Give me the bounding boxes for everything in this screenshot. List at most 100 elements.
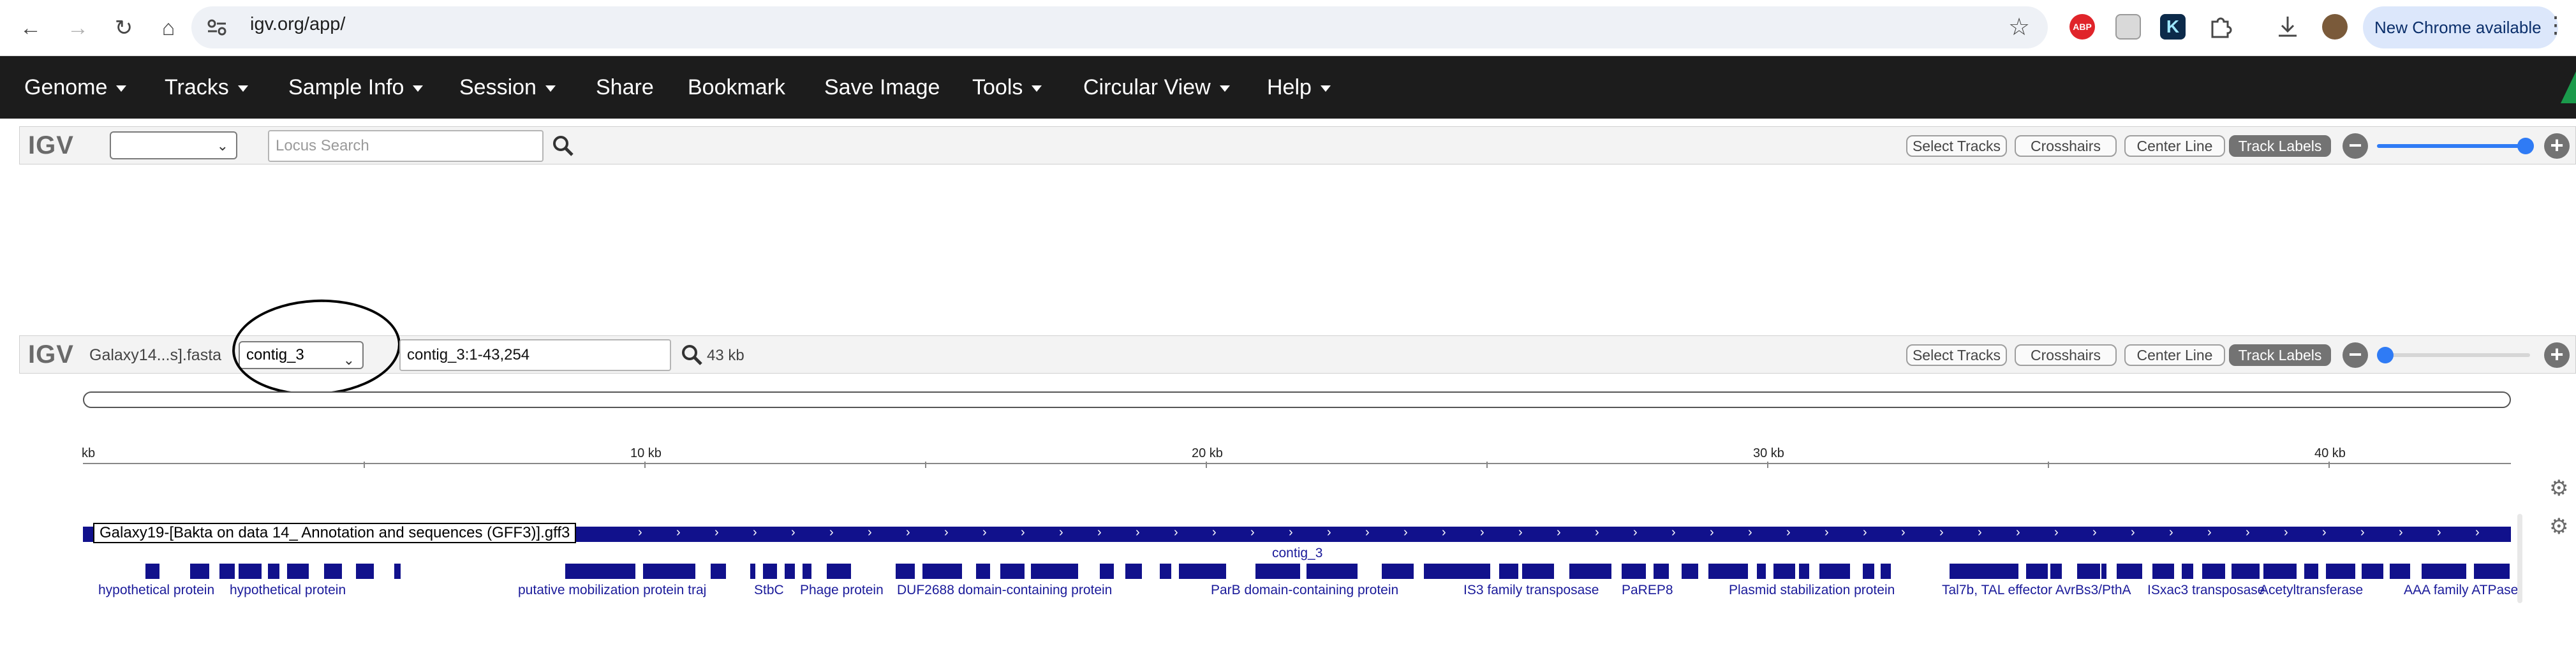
- gene-feature[interactable]: [1708, 564, 1748, 579]
- gene-feature[interactable]: [2362, 564, 2383, 579]
- bookmark-star-icon[interactable]: ☆: [2008, 13, 2030, 41]
- center-line-button[interactable]: Center Line: [2124, 135, 2225, 157]
- gear-icon[interactable]: ⚙: [2549, 476, 2568, 501]
- gene-feature[interactable]: [1522, 564, 1554, 579]
- menu-session[interactable]: Session: [459, 56, 556, 119]
- menu-help[interactable]: Help: [1267, 56, 1331, 119]
- gene-feature[interactable]: [2422, 564, 2466, 579]
- gene-feature[interactable]: [2232, 564, 2260, 579]
- gene-feature[interactable]: [785, 564, 795, 579]
- locus-search-input[interactable]: Locus Search: [268, 130, 544, 162]
- menu-bookmark[interactable]: Bookmark: [688, 56, 785, 119]
- site-settings-icon[interactable]: [205, 18, 228, 37]
- gene-feature[interactable]: [1799, 564, 1809, 579]
- gene-feature[interactable]: [268, 564, 279, 579]
- select-tracks-button-second[interactable]: Select Tracks: [1906, 344, 2007, 366]
- gene-feature[interactable]: [239, 564, 262, 579]
- gene-feature[interactable]: [2474, 564, 2510, 579]
- extension-doc-icon[interactable]: [2115, 14, 2141, 40]
- menu-tracks[interactable]: Tracks: [165, 56, 248, 119]
- menu-save-image[interactable]: Save Image: [824, 56, 940, 119]
- chromosome-ideogram[interactable]: [83, 391, 2511, 408]
- menu-tools[interactable]: Tools: [972, 56, 1042, 119]
- search-icon[interactable]: [552, 135, 574, 160]
- gene-feature[interactable]: [2263, 564, 2297, 579]
- gene-feature[interactable]: [324, 564, 342, 579]
- gene-feature[interactable]: [2152, 564, 2174, 579]
- forward-icon[interactable]: →: [61, 11, 94, 45]
- locus-input[interactable]: contig_3:1-43,254: [399, 339, 671, 371]
- zoom-out-icon[interactable]: −: [2343, 133, 2368, 159]
- menu-circular-view[interactable]: Circular View: [1083, 56, 1230, 119]
- genome-select[interactable]: ⌄: [110, 131, 237, 159]
- gene-feature[interactable]: [976, 564, 990, 579]
- crosshairs-button[interactable]: Crosshairs: [2015, 135, 2117, 157]
- gene-feature[interactable]: [1000, 564, 1025, 579]
- gene-feature[interactable]: [2390, 564, 2410, 579]
- gene-feature[interactable]: [394, 564, 401, 579]
- center-line-button-second[interactable]: Center Line: [2124, 344, 2225, 366]
- gene-feature[interactable]: [1100, 564, 1114, 579]
- track-scrollbar[interactable]: [2517, 514, 2522, 603]
- adblock-icon[interactable]: ABP: [2069, 14, 2095, 40]
- gene-feature[interactable]: [896, 564, 915, 579]
- zoom-in-icon-second[interactable]: +: [2544, 342, 2570, 368]
- gene-feature[interactable]: [2326, 564, 2355, 579]
- gene-feature[interactable]: [1382, 564, 1414, 579]
- zoom-in-icon[interactable]: +: [2544, 133, 2570, 159]
- zoom-slider-handle-second[interactable]: [2377, 347, 2394, 363]
- zoom-out-icon-second[interactable]: −: [2343, 342, 2368, 368]
- gene-feature[interactable]: [803, 564, 811, 579]
- gene-feature[interactable]: [1950, 564, 2018, 579]
- gene-feature[interactable]: [2077, 564, 2100, 579]
- gene-feature[interactable]: [2202, 564, 2225, 579]
- gene-feature[interactable]: [1499, 564, 1518, 579]
- gene-feature[interactable]: [1160, 564, 1171, 579]
- track-labels-button[interactable]: Track Labels: [2229, 135, 2331, 157]
- gene-feature[interactable]: [1179, 564, 1226, 579]
- browser-menu-icon[interactable]: ⋮: [2544, 11, 2567, 38]
- zoom-slider-track-second[interactable]: [2377, 353, 2530, 357]
- gene-feature[interactable]: [1307, 564, 1358, 579]
- crosshairs-button-second[interactable]: Crosshairs: [2015, 344, 2117, 366]
- menu-sample-info[interactable]: Sample Info: [288, 56, 424, 119]
- download-icon[interactable]: [2275, 14, 2300, 43]
- gene-feature[interactable]: [145, 564, 159, 579]
- gene-feature[interactable]: [219, 564, 235, 579]
- gene-feature[interactable]: [1031, 564, 1078, 579]
- home-icon[interactable]: ⌂: [152, 11, 185, 45]
- extension-k-icon[interactable]: K: [2160, 14, 2186, 40]
- gene-feature[interactable]: [922, 564, 962, 579]
- gene-feature[interactable]: [1569, 564, 1611, 579]
- gene-feature[interactable]: [827, 564, 851, 579]
- gene-feature[interactable]: [2304, 564, 2318, 579]
- gene-feature[interactable]: [2101, 564, 2106, 579]
- menu-genome[interactable]: Genome: [24, 56, 127, 119]
- zoom-slider-handle[interactable]: [2517, 138, 2534, 154]
- back-icon[interactable]: ←: [14, 11, 47, 45]
- gene-feature[interactable]: [287, 564, 309, 579]
- select-tracks-button[interactable]: Select Tracks: [1906, 135, 2007, 157]
- gene-feature[interactable]: [565, 564, 635, 579]
- gene-feature[interactable]: [1424, 564, 1490, 579]
- gene-feature[interactable]: [1819, 564, 1850, 579]
- gene-feature[interactable]: [1125, 564, 1142, 579]
- gene-feature[interactable]: [750, 564, 755, 579]
- gene-feature[interactable]: [1863, 564, 1874, 579]
- gene-feature[interactable]: [2026, 564, 2048, 579]
- gene-feature[interactable]: [763, 564, 777, 579]
- gene-feature[interactable]: [1682, 564, 1698, 579]
- gene-feature[interactable]: [1255, 564, 1300, 579]
- gene-feature[interactable]: [643, 564, 695, 579]
- gene-feature[interactable]: [711, 564, 726, 579]
- reload-icon[interactable]: ↻: [107, 11, 140, 45]
- zoom-slider-track[interactable]: [2377, 144, 2530, 148]
- menu-share[interactable]: Share: [596, 56, 654, 119]
- gene-feature[interactable]: [1757, 564, 1766, 579]
- gene-feature[interactable]: [190, 564, 209, 579]
- new-chrome-available-button[interactable]: New Chrome available: [2363, 6, 2558, 48]
- gene-feature[interactable]: [1622, 564, 1646, 579]
- search-icon-second[interactable]: [681, 344, 703, 369]
- track-labels-button-second[interactable]: Track Labels: [2229, 344, 2331, 366]
- track-gear-icon[interactable]: ⚙: [2549, 514, 2568, 539]
